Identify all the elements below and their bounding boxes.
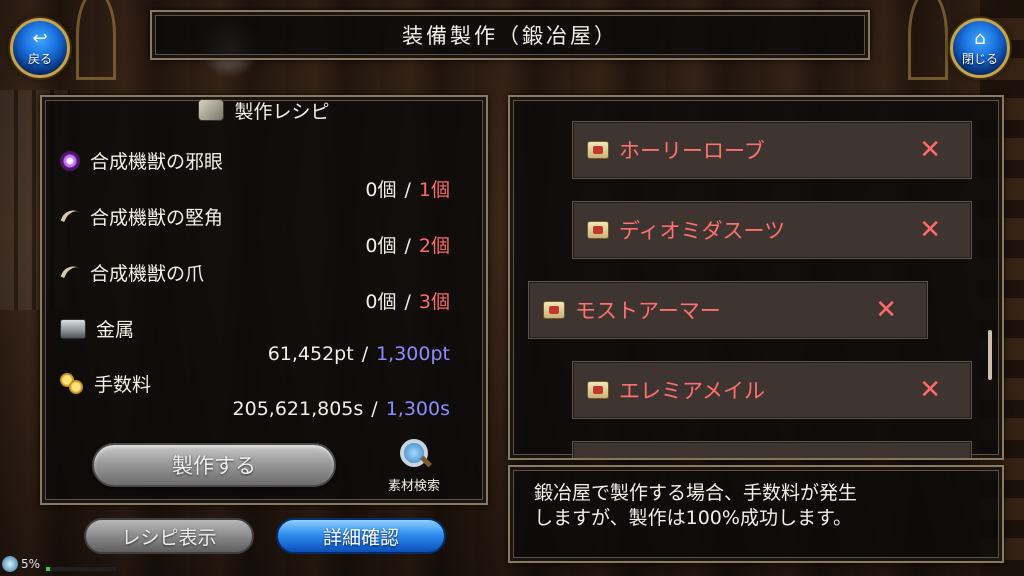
metal-need: 1,300pt (376, 343, 450, 365)
count-separator: / (361, 343, 369, 365)
material-count: 0個 / 2個 (365, 231, 450, 258)
page-title: 装備製作（鍛冶屋） (402, 24, 618, 48)
need-count: 2個 (418, 235, 450, 257)
info-message-panel: 鍛冶屋で製作する場合、手数料が発生 しますが、製作は100%成功します。 (508, 465, 1004, 563)
equipment-name: ホーリーローブ (619, 139, 765, 163)
info-message-line1: 鍛冶屋で製作する場合、手数料が発生 (534, 482, 858, 504)
material-row: 合成機獣の堅角 0個 / 2個 (60, 203, 480, 257)
horn-icon (60, 207, 80, 227)
need-count: 1個 (418, 179, 450, 201)
detail-check-button[interactable]: 詳細確認 (276, 518, 446, 554)
metal-row: 金属 61,452pt / 1,300pt (60, 315, 480, 365)
count-separator: / (404, 235, 411, 257)
metal-label: 金属 (96, 319, 135, 341)
need-count: 3個 (418, 291, 450, 313)
unavailable-x-icon: ✕ (919, 215, 941, 245)
fee-have: 205,621,805s (232, 398, 364, 420)
info-message-line2: しますが、製作は100%成功します。 (534, 507, 853, 529)
home-icon: ⌂ (974, 27, 986, 49)
close-button-label: 閉じる (961, 51, 998, 66)
material-count: 0個 / 3個 (365, 287, 450, 314)
material-row: 合成機獣の爪 0個 / 3個 (60, 259, 480, 313)
magnifier-icon (396, 437, 432, 473)
unavailable-x-icon: ✕ (919, 135, 941, 165)
fee-label: 手数料 (94, 374, 152, 396)
recipe-scroll-icon (587, 221, 609, 239)
material-name: 合成機獣の邪眼 (90, 151, 224, 173)
recipe-panel: 製作レシピ 合成機獣の邪眼 0個 / 1個 合成機獣の堅角 0個 / 2個 合成機獣の爪… (40, 95, 488, 505)
metal-count: 61,452pt / 1,300pt (268, 343, 450, 365)
battery-status: 5% (2, 556, 40, 572)
equipment-list-item-selected[interactable]: モストアーマー ✕ (528, 281, 928, 339)
claw-icon (60, 263, 80, 283)
recipe-header: 製作レシピ (42, 95, 486, 125)
ornament-right (908, 0, 948, 80)
return-arrow-icon: ↩ (32, 27, 48, 49)
title-bar: 装備製作（鍛冶屋） (150, 10, 870, 60)
fee-count: 205,621,805s / 1,300s (233, 398, 450, 420)
fee-need: 1,300s (385, 398, 450, 420)
fee-row: 手数料 205,621,805s / 1,300s (60, 370, 480, 420)
craft-button[interactable]: 製作する (92, 443, 336, 487)
metal-have: 61,452pt (267, 343, 354, 365)
material-search-button[interactable]: 素材検索 (369, 437, 459, 497)
recipe-book-icon (198, 99, 225, 121)
back-button-label: 戻る (27, 51, 52, 66)
recipe-scroll-icon (543, 301, 565, 319)
equipment-list-item[interactable]: エレミアメイル ✕ (572, 361, 972, 419)
equipment-name: モストアーマー (575, 299, 721, 323)
close-button[interactable]: ⌂ 閉じる (950, 18, 1010, 78)
material-search-label: 素材検索 (387, 479, 440, 494)
recipe-view-button[interactable]: レシピ表示 (84, 518, 254, 554)
equipment-list-item[interactable]: ホーリーローブ ✕ (572, 121, 972, 179)
equipment-name: ディオミダスーツ (619, 219, 786, 243)
ornament-left (76, 0, 116, 80)
battery-bar (46, 567, 116, 571)
material-count: 0個 / 1個 (365, 175, 450, 202)
back-button[interactable]: ↩ 戻る (10, 18, 70, 78)
material-row: 合成機獣の邪眼 0個 / 1個 (60, 147, 480, 201)
battery-bar-fill (46, 567, 50, 571)
evil-eye-icon (60, 150, 80, 171)
coins-icon (60, 372, 84, 395)
recipe-header-label: 製作レシピ (234, 100, 330, 123)
list-scrollbar[interactable] (988, 330, 992, 380)
have-count: 0個 (365, 179, 397, 201)
battery-percent: 5% (21, 557, 41, 571)
material-name: 合成機獣の堅角 (90, 207, 224, 229)
have-count: 0個 (365, 291, 397, 313)
equipment-list-item-partial[interactable] (572, 441, 972, 458)
have-count: 0個 (365, 235, 397, 257)
recipe-scroll-icon (587, 141, 609, 159)
equipment-list-item[interactable]: ディオミダスーツ ✕ (572, 201, 972, 259)
equipment-list-panel: ホーリーローブ ✕ ディオミダスーツ ✕ モストアーマー ✕ エレミアメイル ✕ (508, 95, 1004, 460)
unavailable-x-icon: ✕ (875, 295, 897, 325)
battery-icon (2, 556, 18, 572)
material-name: 合成機獣の爪 (90, 263, 205, 285)
recipe-scroll-icon (587, 381, 609, 399)
equipment-name: エレミアメイル (619, 379, 765, 403)
count-separator: / (404, 291, 411, 313)
unavailable-x-icon: ✕ (919, 375, 941, 405)
metal-ingot-icon (60, 318, 86, 339)
count-separator: / (371, 398, 378, 420)
count-separator: / (404, 179, 411, 201)
